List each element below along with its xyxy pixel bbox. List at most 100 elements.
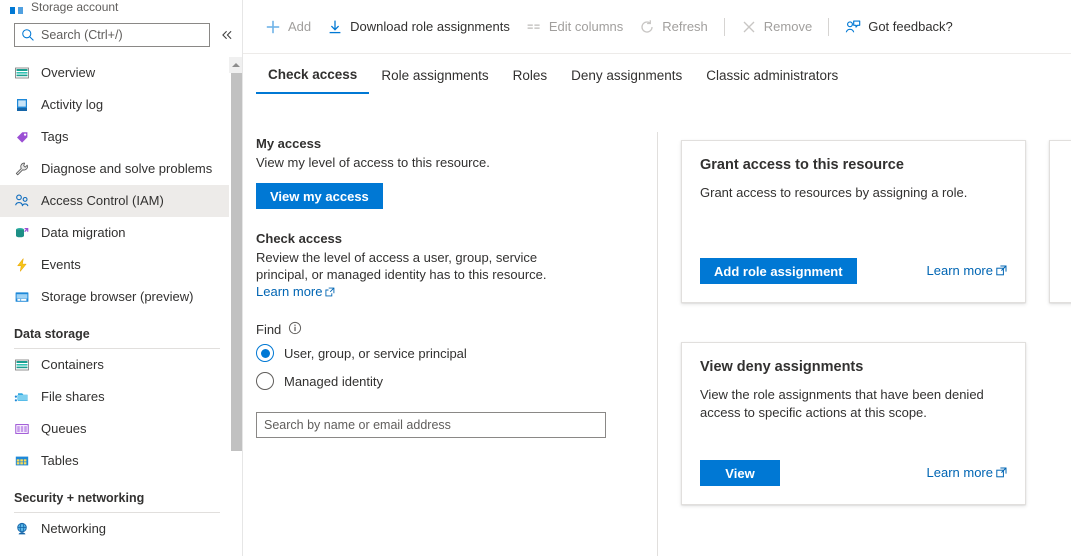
sidebar-group-label: Data storage [14,327,243,341]
sidebar-item-label: Overview [41,65,95,81]
add-button[interactable]: Add [257,11,319,43]
close-x-icon [741,19,757,35]
scrollbar-thumb[interactable] [231,73,242,451]
refresh-icon [639,19,655,35]
sidebar-item-tables[interactable]: Tables [0,445,243,477]
card-description: Grant access to resources by assigning a… [700,184,1007,202]
sidebar-search-box[interactable] [14,23,210,47]
grant-access-card: Grant access to this resource Grant acce… [681,140,1026,303]
chevron-double-left-icon[interactable] [216,24,238,46]
grant-access-learn-more-link[interactable]: Learn more [927,263,1007,279]
access-control-icon [14,193,30,209]
networking-icon [14,521,30,537]
sidebar-item-data-migration[interactable]: Data migration [0,217,243,249]
scroll-up-button[interactable] [229,57,243,73]
sidebar-item-events[interactable]: Events [0,249,243,281]
sidebar-item-tags[interactable]: Tags [0,121,243,153]
toolbar-label: Edit columns [549,19,623,34]
sidebar-item-queues[interactable]: Queues [0,413,243,445]
edit-columns-button[interactable]: Edit columns [518,11,631,43]
sidebar-item-containers[interactable]: Containers [0,349,243,381]
plus-icon [265,19,281,35]
tab-label: Classic administrators [706,68,838,83]
sidebar-item-label: Containers [41,357,104,373]
sidebar-search-row [0,14,243,47]
radio-button[interactable] [256,344,274,362]
sidebar-item-label: Storage browser (preview) [41,289,193,305]
tab-roles[interactable]: Roles [501,56,560,94]
radio-user-group-service-principal[interactable]: User, group, or service principal [256,340,648,366]
storage-account-icon [10,1,25,14]
card-title: View deny assignments [700,359,1007,375]
find-label: Find [256,322,281,337]
view-deny-assignments-card: View deny assignments View the role assi… [681,342,1026,505]
remove-button[interactable]: Remove [733,11,820,43]
find-label-row: Find [256,321,648,338]
azure-portal-blade: Storage account [0,0,1071,556]
external-link-icon [996,466,1007,481]
card-title: Grant access to this resource [700,157,1007,173]
radio-button[interactable] [256,372,274,390]
resource-header: Storage account [0,0,243,14]
sidebar-group-label: Security + networking [14,491,243,505]
link-label: Learn more [927,263,993,278]
sidebar-item-label: Tables [41,453,79,469]
sidebar-item-file-shares[interactable]: File shares [0,381,243,413]
sidebar-item-label: Tags [41,129,68,145]
tags-icon [14,129,30,145]
view-deny-assignments-button[interactable]: View [700,460,780,486]
view-my-access-button[interactable]: View my access [256,183,383,209]
tab-label: Check access [268,67,357,82]
tab-role-assignments[interactable]: Role assignments [369,56,500,94]
file-shares-icon [14,389,30,405]
sidebar-item-access-control-iam[interactable]: Access Control (IAM) [0,185,243,217]
tab-deny-assignments[interactable]: Deny assignments [559,56,694,94]
my-access-description: View my level of access to this resource… [256,154,568,171]
sidebar-item-diagnose-and-solve-problems[interactable]: Diagnose and solve problems [0,153,243,185]
check-access-title: Check access [256,231,648,246]
card-actions: Add role assignment Learn more [700,258,1007,284]
events-icon [14,257,30,273]
overview-icon [14,65,30,81]
grant-access-card-peek [1049,140,1071,303]
download-role-assignments-button[interactable]: Download role assignments [319,11,518,43]
refresh-button[interactable]: Refresh [631,11,716,43]
radio-managed-identity[interactable]: Managed identity [256,368,648,394]
tab-check-access[interactable]: Check access [256,56,369,94]
toolbar-separator [828,18,829,36]
pivot-tabs: Check access Role assignments Roles Deny… [243,54,1071,94]
card-actions: View Learn more [700,460,1007,486]
find-search-input[interactable] [256,412,606,438]
external-link-icon [996,264,1007,279]
resource-menu-sidebar: Storage account [0,0,243,556]
data-migration-icon [14,225,30,241]
tab-classic-administrators[interactable]: Classic administrators [694,56,850,94]
blade-content: Add Download role assignments [243,0,1071,556]
sidebar-item-label: Diagnose and solve problems [41,161,212,177]
check-access-learn-more-link[interactable]: Learn more [256,284,335,299]
info-icon[interactable] [288,321,302,338]
sidebar-item-activity-log[interactable]: Activity log [0,89,243,121]
add-role-assignment-button[interactable]: Add role assignment [700,258,857,284]
deny-assignments-learn-more-link[interactable]: Learn more [927,465,1007,481]
tables-icon [14,453,30,469]
command-toolbar: Add Download role assignments [243,0,1071,54]
sidebar-item-storage-browser-preview[interactable]: Storage browser (preview) [0,281,243,313]
sidebar-item-overview[interactable]: Overview [0,57,243,89]
search-input[interactable] [41,28,203,42]
check-access-description-text: Review the level of access a user, group… [256,250,547,282]
check-access-description: Review the level of access a user, group… [256,249,568,301]
card-description: View the role assignments that have been… [700,386,1007,422]
radio-label: Managed identity [284,374,383,389]
got-feedback-button[interactable]: Got feedback? [837,11,961,43]
storage-browser-icon [14,289,30,305]
sidebar-group-data-storage: Data storage [0,313,243,349]
sidebar-scrollbar[interactable] [229,57,243,556]
sidebar-item-label: Queues [41,421,87,437]
sidebar-item-label: Events [41,257,81,273]
toolbar-label: Got feedback? [868,19,953,34]
sidebar-item-networking[interactable]: Networking [0,513,243,545]
toolbar-separator [724,18,725,36]
link-label: Learn more [927,465,993,480]
resource-type-label: Storage account [31,1,118,14]
